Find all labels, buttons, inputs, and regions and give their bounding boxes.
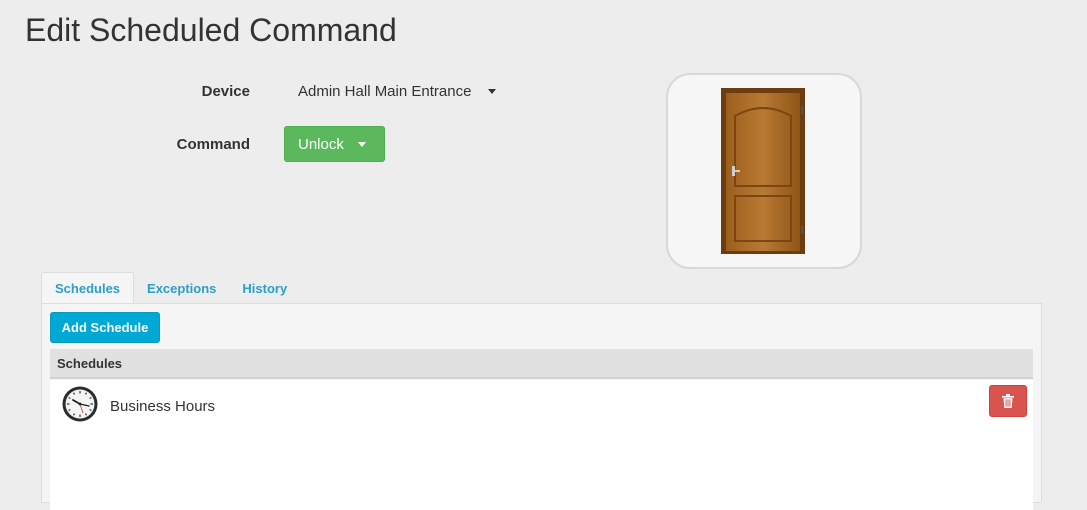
schedules-table-header: Schedules — [50, 349, 1033, 379]
add-schedule-button[interactable]: Add Schedule — [50, 312, 160, 343]
command-value: Unlock — [298, 135, 344, 153]
clock-icon — [62, 386, 98, 422]
schedules-table-body: Business Hours — [50, 380, 1033, 510]
tab-history[interactable]: History — [229, 272, 300, 304]
command-label: Command — [176, 136, 250, 153]
table-row[interactable]: Business Hours — [50, 380, 1033, 430]
schedule-name: Business Hours — [110, 398, 216, 415]
chevron-down-icon — [488, 89, 497, 94]
device-value: Admin Hall Main Entrance — [298, 83, 472, 100]
delete-schedule-button[interactable] — [989, 385, 1027, 417]
tab-schedules[interactable]: Schedules — [41, 272, 135, 304]
schedules-panel: Add Schedule Schedules Business Hours — [41, 303, 1042, 510]
command-dropdown-button[interactable]: Unlock — [284, 126, 385, 162]
chevron-down-icon — [357, 141, 366, 147]
device-image — [666, 73, 862, 269]
tab-exceptions[interactable]: Exceptions — [134, 272, 229, 304]
device-label: Device — [201, 83, 250, 100]
door-icon — [721, 88, 805, 254]
device-dropdown[interactable]: Admin Hall Main Entrance — [298, 83, 497, 100]
trash-icon — [1002, 394, 1014, 408]
page-title: Edit Scheduled Command — [25, 12, 397, 48]
tab-bar: Schedules Exceptions History — [41, 272, 300, 304]
